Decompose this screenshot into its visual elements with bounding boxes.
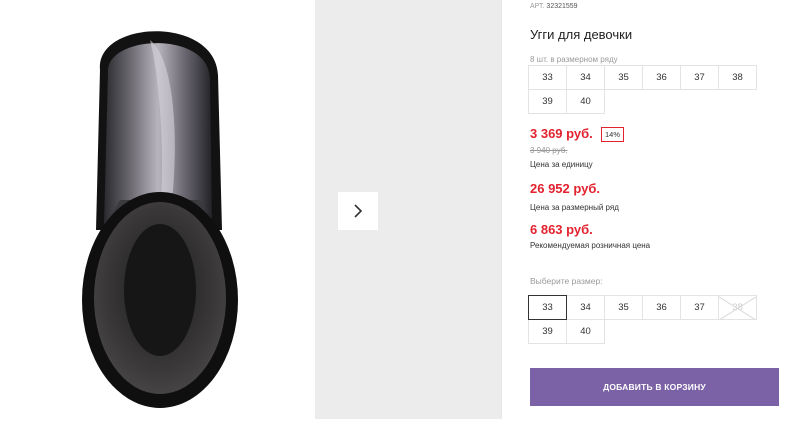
unit-price: 3 369 руб.	[530, 126, 593, 141]
product-title: Угги для девочки	[530, 27, 633, 42]
size-option-34[interactable]: 34	[566, 295, 605, 320]
size-run-cell: 38	[718, 65, 757, 90]
size-option-36[interactable]: 36	[642, 295, 681, 320]
size-select-label: Выберите размер:	[530, 276, 603, 286]
size-option-38-unavailable: 38	[718, 295, 757, 320]
size-run-note: 8 шт. в размерном ряду	[530, 55, 618, 64]
retail-price-label: Рекомендуемая розничная цена	[530, 241, 651, 250]
size-run-cell: 33	[528, 65, 567, 90]
divider	[501, 0, 502, 419]
run-price: 26 952 руб.	[530, 181, 601, 196]
size-option-33[interactable]: 33	[528, 295, 567, 320]
size-run-cell: 34	[566, 65, 605, 90]
size-run-cell: 35	[604, 65, 643, 90]
retail-price: 6 863 руб.	[530, 222, 593, 237]
old-price: 3 940 руб.	[530, 146, 568, 155]
size-option-37[interactable]: 37	[680, 295, 719, 320]
article-line: АРТ. 32321559	[530, 3, 578, 10]
gallery-next-button[interactable]	[338, 192, 378, 230]
product-image	[0, 0, 315, 419]
size-selector: 33 34 35 36 37 38 39 40	[528, 295, 757, 344]
size-option-35[interactable]: 35	[604, 295, 643, 320]
size-run-cell: 39	[528, 89, 567, 114]
boot-image	[82, 31, 238, 408]
size-run-cell: 37	[680, 65, 719, 90]
article-label: АРТ.	[530, 3, 545, 10]
size-option-39[interactable]: 39	[528, 319, 567, 344]
discount-badge: 14%	[601, 127, 625, 142]
add-to-cart-button[interactable]: ДОБАВИТЬ В КОРЗИНУ	[530, 368, 779, 406]
size-run-cell: 40	[566, 89, 605, 114]
size-run-grid: 33 34 35 36 37 38 39 40	[528, 65, 757, 114]
chevron-right-icon	[354, 204, 363, 218]
unit-price-label: Цена за единицу	[530, 160, 593, 169]
article-number: 32321559	[546, 3, 578, 10]
size-option-40[interactable]: 40	[566, 319, 605, 344]
size-run-cell: 36	[642, 65, 681, 90]
run-price-label: Цена за размерный ряд	[530, 203, 619, 212]
